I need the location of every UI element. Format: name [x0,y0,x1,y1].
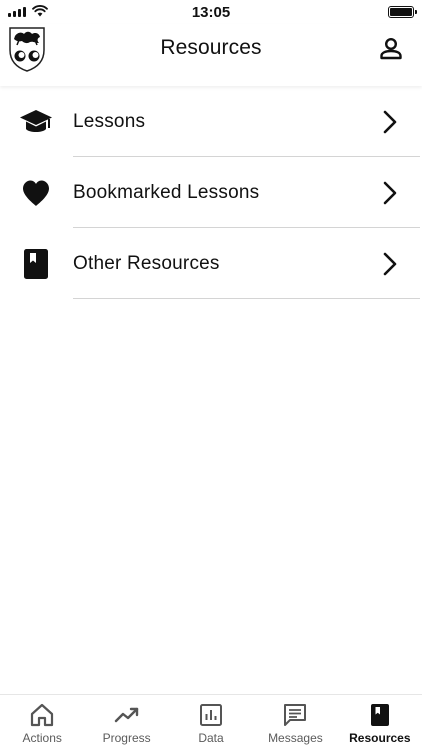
list-item-other-resources[interactable]: Other Resources [0,228,422,299]
resources-list: Lessons Bookmarked Lessons Other Resourc… [0,86,422,299]
tab-label: Progress [102,731,151,745]
battery-icon [388,6,417,18]
graduation-cap-icon [18,106,54,138]
tab-label: Messages [268,731,323,745]
list-item-label: Lessons [73,110,146,132]
list-item-lessons[interactable]: Lessons [0,86,422,157]
tab-label: Resources [349,731,411,745]
divider [73,298,420,299]
chevron-right-icon [383,252,397,275]
list-item-label: Bookmarked Lessons [73,181,260,203]
tab-label: Actions [22,731,62,745]
status-bar: 13:05 [0,0,422,24]
tab-data[interactable]: Data [169,695,253,750]
tab-progress[interactable]: Progress [84,695,168,750]
profile-button[interactable] [378,36,404,62]
tab-actions[interactable]: Actions [0,695,84,750]
tab-resources[interactable]: Resources [338,695,422,750]
tab-messages[interactable]: Messages [253,695,337,750]
message-icon [284,704,307,726]
book-icon [18,248,54,280]
list-item-label: Other Resources [73,252,220,274]
bar-chart-icon [200,704,223,726]
tab-bar: Actions Progress Data Messages Resources [0,694,422,750]
book-icon [370,704,389,726]
list-item-bookmarked-lessons[interactable]: Bookmarked Lessons [0,157,422,228]
home-icon [31,703,54,727]
chevron-right-icon [383,110,397,133]
chevron-right-icon [383,181,397,204]
page-title: Resources [160,36,262,59]
trending-up-icon [114,707,138,723]
tab-label: Data [198,731,224,745]
status-time: 13:05 [191,4,231,21]
heart-icon [18,177,54,209]
app-header: Resources [0,24,422,86]
